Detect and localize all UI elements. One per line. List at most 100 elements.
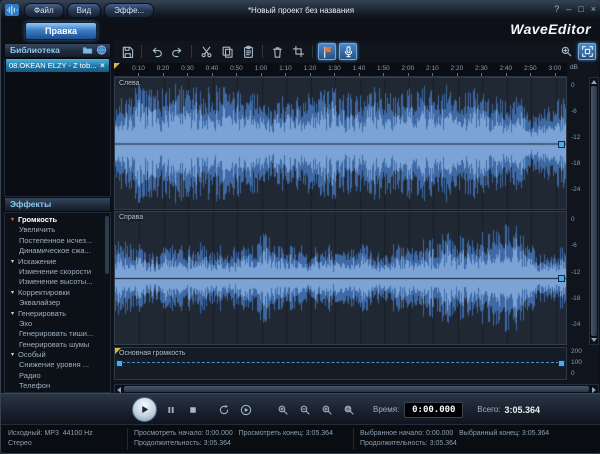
- effect-item[interactable]: ▾ Искажение: [5, 257, 110, 267]
- ruler-tick-label: 0:30: [181, 65, 194, 72]
- playhead-marker[interactable]: [114, 63, 120, 69]
- save-icon: [122, 46, 133, 58]
- zoom-all-button[interactable]: [340, 401, 357, 418]
- paste-button[interactable]: [239, 43, 257, 60]
- transport-bar: Время: 0:00.000 Всего: 3:05.364: [1, 393, 600, 425]
- redo-button[interactable]: [168, 43, 186, 60]
- ruler-tick-label: 1:40: [352, 65, 366, 72]
- cut-icon: [201, 46, 211, 58]
- pause-icon: [167, 406, 174, 413]
- effect-item[interactable]: ▾ Генерировать: [5, 309, 110, 319]
- globe-icon[interactable]: [96, 45, 107, 55]
- chevron-down-icon: ▾: [11, 352, 15, 359]
- effect-item[interactable]: ▾ Особый: [5, 350, 110, 360]
- copy-icon: [222, 46, 233, 58]
- effect-item[interactable]: Эквалайзер: [5, 298, 110, 308]
- time-display[interactable]: 0:00.000: [404, 401, 464, 418]
- vertical-scroll-thumb[interactable]: [591, 86, 597, 336]
- library-item[interactable]: 08.OKEAN ELZY - Z tob... ×: [6, 59, 109, 72]
- app-logo: WaveEditor: [510, 21, 591, 37]
- status-bar: Исходный: MP3 44100 Hz Стерео Просмотрет…: [1, 424, 600, 453]
- effect-item[interactable]: Увеличить: [5, 225, 110, 235]
- marker-button[interactable]: [318, 43, 336, 60]
- menu-file[interactable]: Файл: [24, 2, 64, 18]
- status-source-channels: Стерео: [8, 440, 32, 447]
- undo-button[interactable]: [147, 43, 165, 60]
- volume-envelope-line[interactable]: [117, 362, 564, 363]
- loop-button[interactable]: [215, 401, 232, 418]
- ruler-tick-label: 2:20: [450, 65, 464, 72]
- play-selection-button[interactable]: [237, 401, 254, 418]
- master-volume-track[interactable]: Основная громкость: [114, 347, 567, 380]
- timeline-ruler[interactable]: 0:10 0:20 0:30 0:40 0:50 1:00 1:10 1:20 1:30 1:40…: [114, 63, 567, 77]
- zoom-in-button[interactable]: [274, 401, 291, 418]
- effect-item[interactable]: Генерировать тиши...: [5, 329, 110, 339]
- ruler-tick: [383, 73, 385, 76]
- effects-title: Эффекты: [10, 199, 52, 209]
- envelope-handle[interactable]: [558, 140, 565, 148]
- effect-item[interactable]: Радио: [5, 371, 110, 381]
- minimize-button[interactable]: –: [566, 3, 571, 16]
- toolbar: [113, 41, 599, 63]
- scroll-up-icon[interactable]: [591, 80, 597, 84]
- envelope-handle[interactable]: [558, 360, 565, 367]
- effect-item[interactable]: Эхо: [5, 319, 110, 329]
- loop-icon: [219, 404, 228, 414]
- effect-item[interactable]: Изменение скорости: [5, 267, 110, 277]
- menu-effects[interactable]: Эффе...: [104, 2, 155, 18]
- effect-item[interactable]: ▾ Громкость: [5, 215, 110, 225]
- stop-button[interactable]: [184, 401, 201, 418]
- ruler-tick: [432, 73, 434, 76]
- titlebar: Файл Вид Эффе... *Новый проект без названи…: [1, 1, 600, 19]
- ruler-tick: [211, 73, 213, 76]
- vertical-scrollbar[interactable]: [589, 77, 599, 345]
- play-selection-icon: [240, 404, 251, 415]
- ruler-tick: [358, 73, 360, 76]
- trim-button[interactable]: [289, 43, 307, 60]
- effect-item[interactable]: Снижение уровня ...: [5, 360, 110, 370]
- delete-button[interactable]: [268, 43, 286, 60]
- chevron-down-icon: ▾: [11, 217, 15, 223]
- play-button[interactable]: [132, 397, 157, 422]
- cut-button[interactable]: [197, 43, 215, 60]
- copy-button[interactable]: [218, 43, 236, 60]
- status-selection-duration: Продолжительность: 3:05.364: [360, 440, 457, 447]
- save-button[interactable]: [118, 43, 136, 60]
- maximize-button[interactable]: □: [578, 3, 583, 16]
- zoom-selection-button[interactable]: [318, 401, 335, 418]
- waveform-right-canvas[interactable]: [115, 212, 566, 344]
- record-button[interactable]: [339, 43, 357, 60]
- waveform-left-canvas[interactable]: [115, 78, 566, 209]
- effect-item[interactable]: Динамическое сжа...: [5, 246, 110, 256]
- zoom-all-icon: [344, 405, 354, 415]
- tab-edit[interactable]: Правка: [25, 22, 97, 40]
- db-label: -24: [571, 186, 581, 194]
- ruler-tick-label: 0:20: [156, 65, 170, 72]
- envelope-handle[interactable]: [558, 275, 565, 282]
- waveform-right[interactable]: Справа: [114, 211, 567, 345]
- redo-icon: [171, 47, 181, 58]
- effect-item[interactable]: Телефон: [5, 381, 110, 391]
- zoom-selection-button[interactable]: [557, 43, 575, 60]
- scroll-down-icon[interactable]: [591, 338, 597, 342]
- record-icon: [344, 46, 352, 58]
- fit-window-button[interactable]: [578, 43, 596, 60]
- help-button[interactable]: ?: [554, 3, 559, 16]
- scale-label: 200: [571, 348, 582, 355]
- close-icon[interactable]: ×: [98, 59, 107, 72]
- horizontal-scroll-thumb[interactable]: [124, 386, 589, 392]
- open-folder-icon[interactable]: [82, 45, 93, 55]
- effect-item[interactable]: Генерировать шумы: [5, 340, 110, 350]
- envelope-handle[interactable]: [116, 360, 123, 367]
- menu-view[interactable]: Вид: [66, 2, 102, 18]
- pause-button[interactable]: [162, 401, 179, 418]
- waveform-left[interactable]: Слева: [114, 77, 567, 210]
- close-button[interactable]: ×: [591, 3, 596, 16]
- effects-scrollbar[interactable]: [105, 216, 109, 274]
- ruler-tick: [236, 73, 238, 76]
- effect-item[interactable]: ▾ Корректировки: [5, 288, 110, 298]
- effect-item[interactable]: Постепенное исчез...: [5, 236, 110, 246]
- zoom-out-button[interactable]: [296, 401, 313, 418]
- scale-label: 100: [571, 359, 582, 366]
- effect-item[interactable]: Изменение высоты...: [5, 277, 110, 287]
